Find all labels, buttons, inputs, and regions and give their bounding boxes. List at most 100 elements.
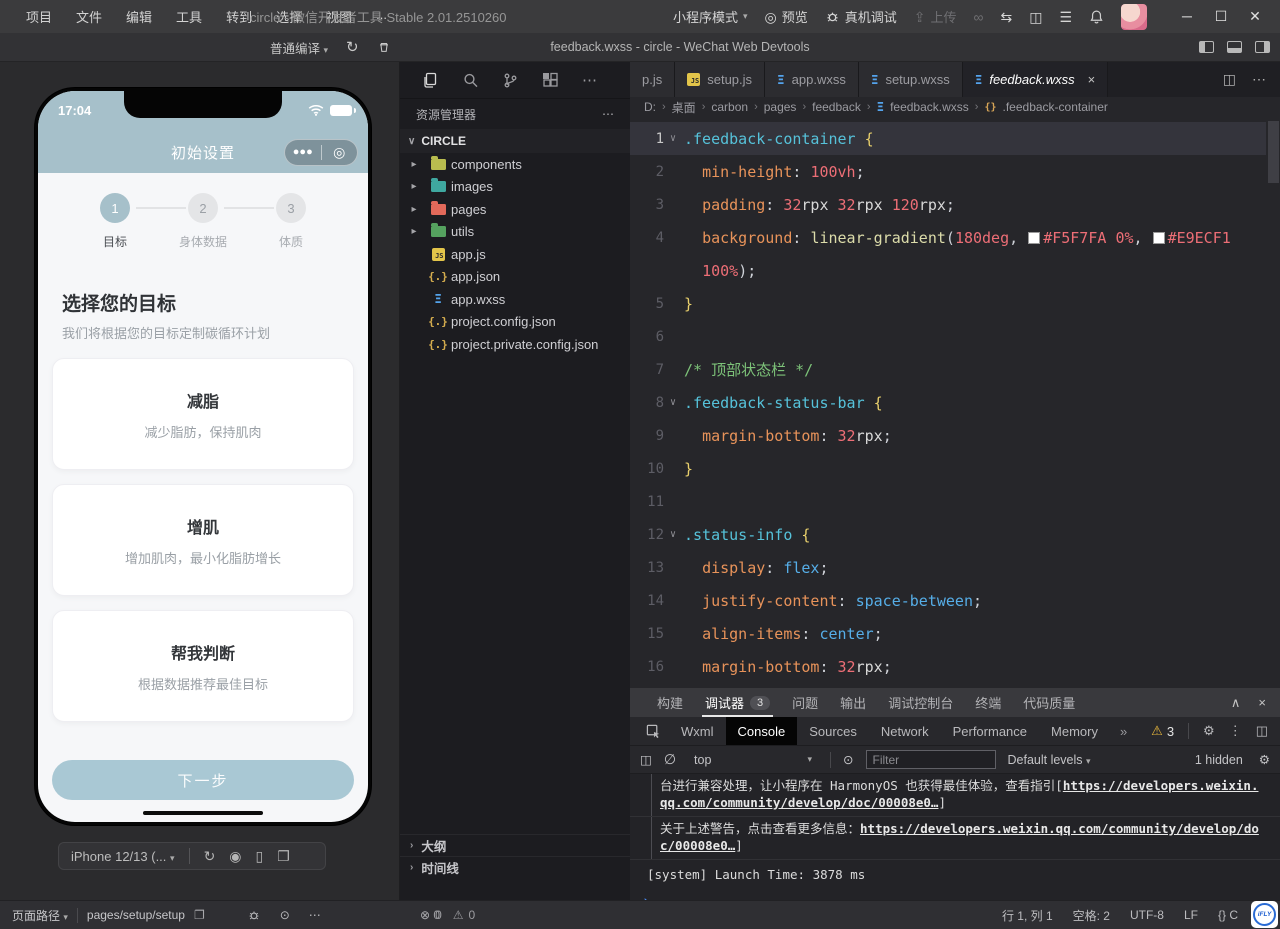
goal-card-增肌[interactable]: 增肌增加肌肉，最小化脂肪增长 xyxy=(52,484,354,596)
rotate-icon[interactable]: ↻ xyxy=(204,848,216,865)
panel-tab-输出[interactable]: 输出 xyxy=(829,688,877,717)
file-app.json[interactable]: {.}app.json xyxy=(400,266,630,289)
code-line-4[interactable]: 4 background: linear-gradient(180deg, #F… xyxy=(630,221,1266,254)
panel-tab-问题[interactable]: 问题 xyxy=(781,688,829,717)
breadcrumb-item[interactable]: pages xyxy=(764,100,797,114)
project-root[interactable]: ∨ CIRCLE xyxy=(400,129,630,153)
files-icon[interactable] xyxy=(422,72,439,89)
code-line-5[interactable]: 5} xyxy=(630,287,1266,320)
code-line-16[interactable]: 16 margin-bottom: 32rpx; xyxy=(630,650,1266,683)
copy-icon[interactable]: ❐ xyxy=(194,908,205,922)
panel-tab-终端[interactable]: 终端 xyxy=(964,688,1012,717)
code-line-6[interactable]: 6 xyxy=(630,320,1266,353)
breadcrumb-item[interactable]: feedback.wxss xyxy=(890,100,969,114)
layout-icon[interactable]: ◫ xyxy=(1029,10,1042,24)
scrollbar[interactable] xyxy=(1268,121,1279,183)
folder-utils[interactable]: ▸utils xyxy=(400,221,630,244)
toggle-right-panel-icon[interactable] xyxy=(1255,41,1270,53)
remote-debug-button[interactable]: 真机调试 xyxy=(825,7,897,26)
more-button[interactable]: ●●● xyxy=(285,140,321,165)
code-line-14[interactable]: 14 justify-content: space-between; xyxy=(630,584,1266,617)
fold-icon[interactable]: ∨ xyxy=(664,133,682,144)
tab-app.wxss[interactable]: Ξapp.wxss xyxy=(765,62,859,97)
status-item-2[interactable]: UTF-8 xyxy=(1130,908,1164,922)
folder-components[interactable]: ▸components xyxy=(400,153,630,176)
code-line-9[interactable]: 9 margin-bottom: 32rpx; xyxy=(630,419,1266,452)
console-message[interactable]: 台进行兼容处理，让小程序在 HarmonyOS 也获得最佳体验，查看指引[htt… xyxy=(630,774,1280,817)
extensions-icon[interactable] xyxy=(542,72,559,89)
debug-icon[interactable] xyxy=(247,908,261,922)
devtools-tab-Sources[interactable]: Sources xyxy=(797,717,869,745)
breadcrumb-item[interactable]: carbon xyxy=(711,100,748,114)
upload-button[interactable]: ⇪上传 xyxy=(914,7,957,26)
console-sidebar-icon[interactable]: ◫ xyxy=(640,752,652,767)
panel-tab-构建[interactable]: 构建 xyxy=(646,688,694,717)
file-app.wxss[interactable]: Ξapp.wxss xyxy=(400,288,630,311)
source-control-icon[interactable] xyxy=(502,72,519,89)
fold-icon[interactable]: ∨ xyxy=(664,529,682,540)
close-panel-icon[interactable]: × xyxy=(1258,695,1266,710)
warning-count[interactable]: ⚠3 xyxy=(1151,723,1174,739)
devtools-tab-Console[interactable]: Console xyxy=(726,717,798,745)
clear-console-icon[interactable]: ∅ xyxy=(664,751,676,768)
mode-select[interactable]: 小程序模式▾ xyxy=(673,7,748,26)
more-tabs-icon[interactable]: » xyxy=(1110,717,1137,745)
code-line-1[interactable]: 1∨.feedback-container { xyxy=(630,122,1266,155)
bell-icon[interactable] xyxy=(1089,9,1104,25)
console-prompt[interactable]: › xyxy=(630,889,1280,901)
breadcrumb-item[interactable]: feedback xyxy=(812,100,861,114)
breadcrumb-item[interactable]: D: xyxy=(644,100,656,114)
inspect-element-icon[interactable] xyxy=(638,717,669,745)
tab-setup.js[interactable]: JSsetup.js xyxy=(675,62,765,97)
context-select[interactable]: top▾ xyxy=(688,753,818,767)
search-icon[interactable] xyxy=(462,72,479,89)
menu-工具[interactable]: 工具 xyxy=(164,7,214,26)
goal-card-减脂[interactable]: 减脂减少脂肪，保持肌肉 xyxy=(52,358,354,470)
code-line-11[interactable]: 11 xyxy=(630,485,1266,518)
exit-button[interactable]: ◎ xyxy=(322,140,358,165)
devtools-tab-Wxml[interactable]: Wxml xyxy=(669,717,726,745)
code-line-10[interactable]: 10} xyxy=(630,452,1266,485)
log-levels-select[interactable]: Default levels ▾ xyxy=(1008,753,1091,767)
code-line-15[interactable]: 15 align-items: center; xyxy=(630,617,1266,650)
more-icon[interactable]: ⋯ xyxy=(582,71,597,89)
folder-images[interactable]: ▸images xyxy=(400,176,630,199)
eye-icon[interactable]: ⊙ xyxy=(280,908,290,922)
outline-section[interactable]: ›大纲 xyxy=(400,834,630,856)
code-line-wrap[interactable]: 100%); xyxy=(630,254,1266,287)
menu-编辑[interactable]: 编辑 xyxy=(114,7,164,26)
code-line-2[interactable]: 2 min-height: 100vh; xyxy=(630,155,1266,188)
panel-tab-调试器[interactable]: 调试器3 xyxy=(694,688,781,717)
timeline-section[interactable]: ›时间线 xyxy=(400,856,630,878)
status-item-1[interactable]: 空格: 2 xyxy=(1073,907,1110,924)
device-select[interactable]: iPhone 12/13 (... ▾ xyxy=(71,849,175,864)
folder-pages[interactable]: ▸pages xyxy=(400,198,630,221)
close-tab-icon[interactable]: × xyxy=(1088,72,1096,87)
phone-icon[interactable]: ▯ xyxy=(256,848,264,865)
switch-icon[interactable]: ⇆ xyxy=(1000,10,1012,24)
minimize-button[interactable]: ─ xyxy=(1170,8,1204,25)
split-editor-icon[interactable]: ◫ xyxy=(1223,71,1236,88)
tab-setup.wxss[interactable]: Ξsetup.wxss xyxy=(859,62,963,97)
file-project.config.json[interactable]: {.}project.config.json xyxy=(400,311,630,334)
page-path-select[interactable]: 页面路径 ▾ xyxy=(12,907,68,924)
goal-card-帮我判断[interactable]: 帮我判断根据数据推荐最佳目标 xyxy=(52,610,354,722)
console-filter-input[interactable] xyxy=(866,750,996,769)
devtools-tab-Memory[interactable]: Memory xyxy=(1039,717,1110,745)
console-message[interactable]: 关于上述警告，点击查看更多信息：https://developers.weixi… xyxy=(630,817,1280,860)
code-line-7[interactable]: 7/* 顶部状态栏 */ xyxy=(630,353,1266,386)
menu-项目[interactable]: 项目 xyxy=(14,7,64,26)
compile-mode-select[interactable]: 普通编译 ▾ xyxy=(270,38,328,57)
devtools-menu-icon[interactable]: ⋮ xyxy=(1229,723,1242,739)
code-line-12[interactable]: 12∨.status-info { xyxy=(630,518,1266,551)
tab-p.js[interactable]: p.js xyxy=(630,62,675,97)
link-icon[interactable]: ∞ xyxy=(973,10,983,24)
status-item-3[interactable]: LF xyxy=(1184,908,1198,922)
toggle-left-panel-icon[interactable] xyxy=(1199,41,1214,53)
record-icon[interactable]: ◉ xyxy=(229,848,241,865)
explorer-more-icon[interactable]: ⋯ xyxy=(602,107,614,121)
refresh-icon[interactable]: ↻ xyxy=(346,38,359,56)
panel-tab-调试控制台[interactable]: 调试控制台 xyxy=(877,688,964,717)
tab-feedback.wxss[interactable]: Ξfeedback.wxss× xyxy=(963,62,1108,97)
code-line-13[interactable]: 13 display: flex; xyxy=(630,551,1266,584)
